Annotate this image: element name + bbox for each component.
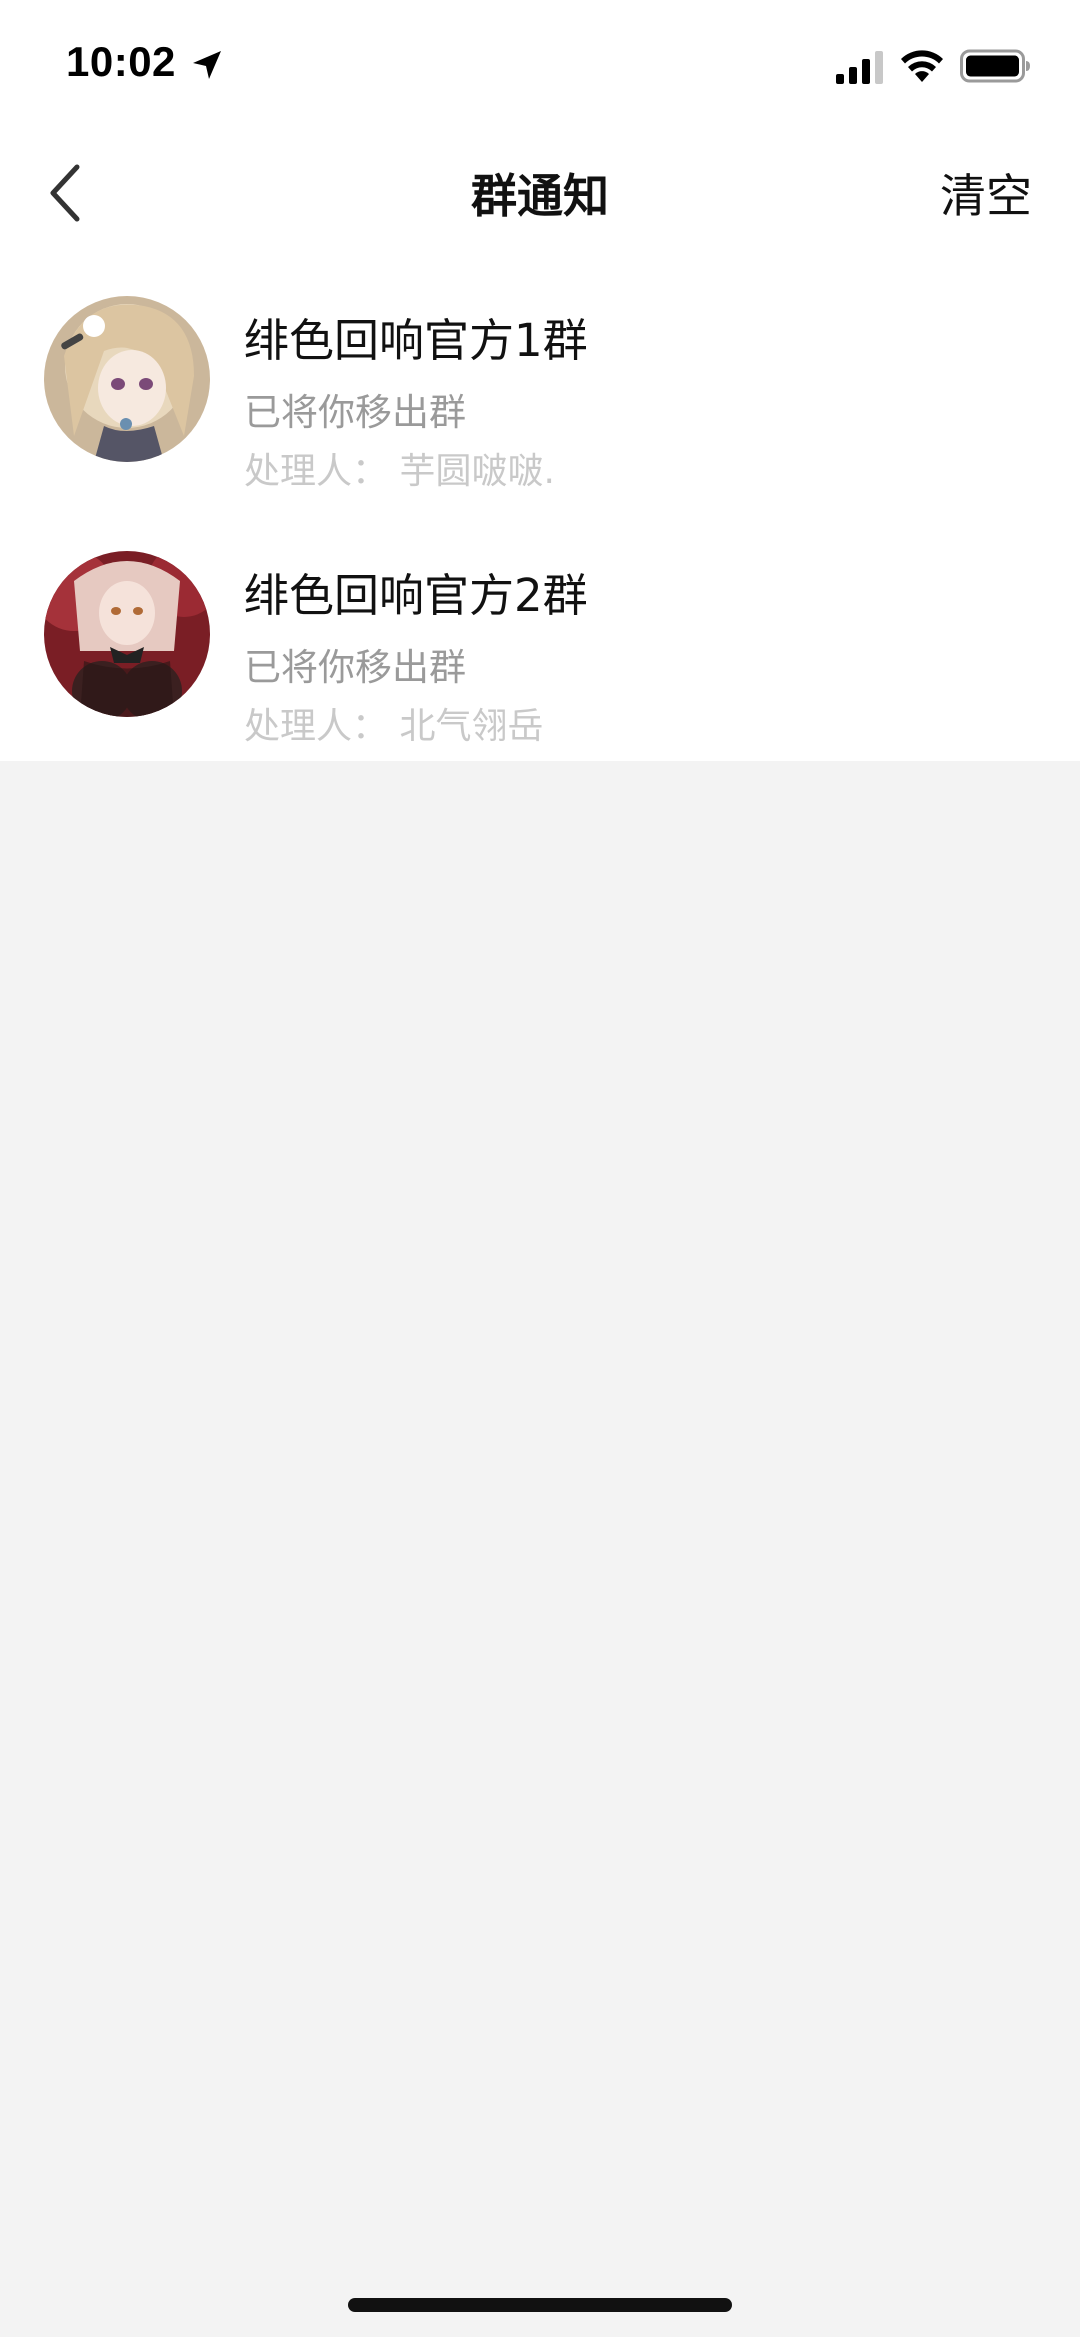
avatar[interactable] xyxy=(44,296,210,462)
handler-text: 处理人： 北气翎岳 xyxy=(244,706,544,747)
avatar[interactable] xyxy=(44,551,210,717)
group-name: 绯色回响官方2群 xyxy=(244,569,588,622)
content-area: 10:02 群通知 清空 绯色回响官方1群 已将你移出群 处理人： 芋圆啵啵. … xyxy=(0,0,1080,761)
handler-text: 处理人： 芋圆啵啵. xyxy=(244,451,555,492)
wifi-icon xyxy=(901,50,943,82)
notification-message: 已将你移出群 xyxy=(244,646,466,689)
navigation-bar: 群通知 清空 xyxy=(0,130,1080,255)
status-bar: 10:02 xyxy=(0,0,1080,130)
clear-button[interactable]: 清空 xyxy=(940,160,1032,226)
list-item[interactable]: 绯色回响官方1群 已将你移出群 处理人： 芋圆啵啵. xyxy=(0,270,1080,525)
group-name: 绯色回响官方1群 xyxy=(244,314,588,367)
status-time: 10:02 xyxy=(66,38,176,85)
notification-list: 绯色回响官方1群 已将你移出群 处理人： 芋圆啵啵. 绯色回响官方2群 已将你移… xyxy=(0,270,1080,780)
battery-icon xyxy=(960,49,1030,83)
cellular-signal-icon xyxy=(836,51,883,84)
list-item[interactable]: 绯色回响官方2群 已将你移出群 处理人： 北气翎岳 xyxy=(0,525,1080,780)
page-title: 群通知 xyxy=(471,169,609,223)
home-indicator[interactable] xyxy=(348,2298,732,2312)
notification-message: 已将你移出群 xyxy=(244,391,466,434)
location-arrow-icon xyxy=(193,51,221,79)
